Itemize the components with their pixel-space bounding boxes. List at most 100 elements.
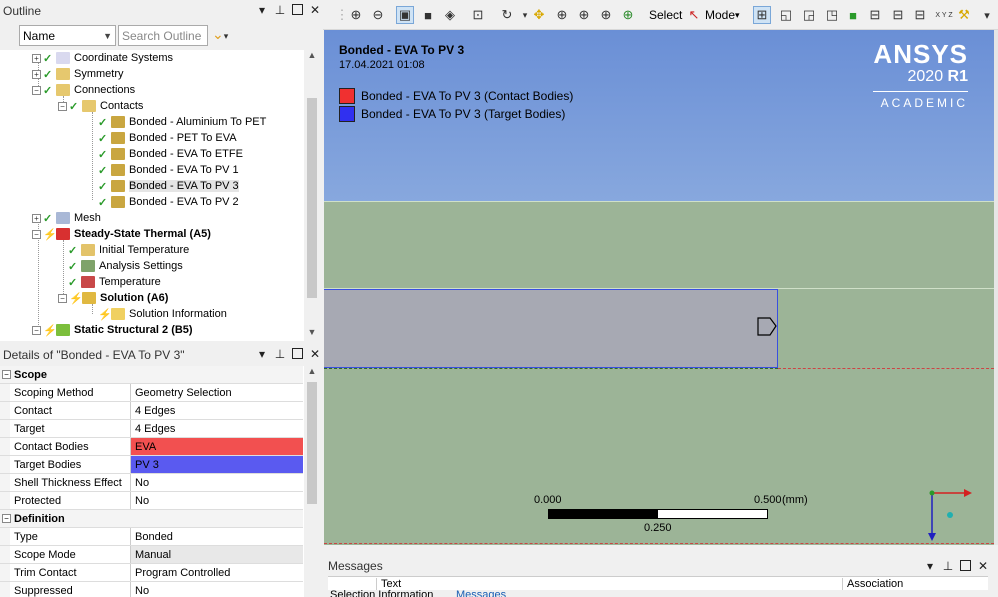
property-value[interactable]: PV 3 (131, 456, 303, 473)
tree-item-static-structural[interactable]: − ⚡ Static Structural 2 (B5) (32, 322, 193, 338)
tree-item-contact-6[interactable]: ✓ Bonded - EVA To PV 2 (98, 194, 239, 210)
tree-item-connections[interactable]: − ✓ Connections (32, 82, 135, 98)
property-value[interactable]: No (131, 474, 303, 491)
collapse-icon[interactable]: − (2, 370, 11, 379)
expand-icon[interactable]: + (32, 53, 41, 63)
select-element-icon[interactable]: ■ (844, 6, 862, 24)
zoom-in-icon[interactable]: ⊕ (347, 6, 365, 24)
tree-item-initial-temperature[interactable]: ✓ Initial Temperature (68, 242, 189, 258)
panel-menu-icon[interactable]: ▾ (924, 559, 936, 573)
details-row-contact[interactable]: Contact 4 Edges (0, 402, 303, 420)
tree-item-coordinate-systems[interactable]: + ✓ Coordinate Systems (32, 50, 173, 66)
select-faces-icon[interactable]: ⊟ (911, 6, 929, 24)
maximize-icon[interactable] (292, 4, 303, 15)
zoom-box-icon[interactable]: ⊕ (575, 6, 593, 24)
axis-triad-icon[interactable] (904, 485, 974, 545)
details-row-protected[interactable]: Protected No (0, 492, 303, 510)
rotate-body-icon[interactable]: ◈ (441, 6, 459, 24)
scroll-down-icon[interactable]: ▼ (304, 327, 320, 341)
section-scope[interactable]: − Scope (0, 366, 303, 384)
details-row-target[interactable]: Target 4 Edges (0, 420, 303, 438)
select-body-icon[interactable]: ◳ (823, 6, 841, 24)
close-icon[interactable]: ✕ (309, 347, 321, 361)
tab-selection-information[interactable]: Selection Information (330, 589, 433, 597)
collapse-icon[interactable]: − (32, 325, 41, 335)
close-icon[interactable]: ✕ (977, 559, 989, 573)
property-value[interactable]: No (131, 582, 303, 597)
select-edge-icon[interactable]: ◱ (777, 6, 795, 24)
wrench-icon[interactable]: ⚒ (955, 6, 973, 24)
details-scrollbar[interactable]: ▲ (304, 366, 320, 597)
scroll-thumb[interactable] (307, 382, 317, 504)
tree-item-contacts[interactable]: − ✓ Contacts (58, 98, 143, 114)
tab-messages[interactable]: Messages (456, 589, 506, 597)
tree-item-symmetry[interactable]: + ✓ Symmetry (32, 66, 124, 82)
property-value[interactable]: 4 Edges (131, 420, 303, 437)
maximize-icon[interactable] (960, 560, 971, 571)
zoom-out-icon[interactable]: ⊖ (369, 6, 387, 24)
coordinates-icon[interactable]: X Y Z (933, 6, 955, 24)
mode-dropdown[interactable]: Mode ▾ (705, 6, 740, 24)
filter-options-icon[interactable]: ⌄▾ (212, 26, 238, 46)
scroll-up-icon[interactable]: ▲ (304, 366, 320, 380)
panel-menu-icon[interactable]: ▾ (256, 3, 268, 17)
select-mode-icon[interactable]: ⊡ (469, 6, 487, 24)
tree-item-analysis-settings[interactable]: ✓ Analysis Settings (68, 258, 183, 274)
tree-item-solution[interactable]: − ⚡ Solution (A6) (58, 290, 168, 306)
collapse-icon[interactable]: − (32, 85, 41, 95)
expand-icon[interactable]: + (32, 213, 41, 223)
select-mesh-icon[interactable]: ⊟ (889, 6, 907, 24)
tree-item-contact-3[interactable]: ✓ Bonded - EVA To ETFE (98, 146, 243, 162)
collapse-icon[interactable]: − (32, 229, 41, 239)
close-icon[interactable]: ✕ (309, 3, 321, 17)
viewport-scrollbar[interactable] (994, 30, 998, 545)
select-face-icon[interactable]: ◲ (800, 6, 818, 24)
toolbar-overflow-icon[interactable]: ▾ (978, 6, 996, 24)
search-outline-input[interactable]: Search Outline (118, 25, 208, 46)
target-body-geometry[interactable] (324, 289, 778, 368)
tree-item-contact-4[interactable]: ✓ Bonded - EVA To PV 1 (98, 162, 239, 178)
collapse-icon[interactable]: − (58, 101, 67, 111)
column-association[interactable]: Association (842, 578, 903, 590)
collapse-icon[interactable]: − (58, 293, 67, 303)
solid-view-icon[interactable]: ■ (419, 6, 437, 24)
details-row-contact-bodies[interactable]: Contact Bodies EVA (0, 438, 303, 456)
property-value[interactable]: Program Controlled (131, 564, 303, 581)
filter-type-select[interactable]: Name ▼ (19, 25, 116, 46)
tree-item-temperature[interactable]: ✓ Temperature (68, 274, 161, 290)
details-row-target-bodies[interactable]: Target Bodies PV 3 (0, 456, 303, 474)
details-row-scoping-method[interactable]: Scoping Method Geometry Selection (0, 384, 303, 402)
select-label[interactable]: Select (649, 6, 682, 24)
details-row-shell-thickness[interactable]: Shell Thickness Effect No (0, 474, 303, 492)
tree-item-contact-1[interactable]: ✓ Bonded - Aluminium To PET (98, 114, 266, 130)
pin-icon[interactable]: ⊥ (274, 347, 286, 361)
graphics-viewport[interactable]: Bonded - EVA To PV 3 17.04.2021 01:08 Bo… (324, 30, 994, 545)
property-value[interactable]: No (131, 492, 303, 509)
property-value[interactable]: 4 Edges (131, 402, 303, 419)
zoom-icon[interactable]: ⊕ (553, 6, 571, 24)
property-value[interactable]: Manual (131, 546, 303, 563)
panel-menu-icon[interactable]: ▾ (256, 347, 268, 361)
details-row-suppressed[interactable]: Suppressed No (0, 582, 303, 597)
maximize-icon[interactable] (292, 348, 303, 359)
zoom-to-fit-icon[interactable]: ⊕ (619, 6, 637, 24)
rotate-icon[interactable]: ↻ (498, 6, 516, 24)
tree-item-contact-2[interactable]: ✓ Bonded - PET To EVA (98, 130, 237, 146)
select-node-icon[interactable]: ⊟ (866, 6, 884, 24)
select-vertex-icon[interactable]: ⊞ (753, 6, 771, 24)
zoom-fit-icon[interactable]: ⊕ (597, 6, 615, 24)
details-row-scope-mode[interactable]: Scope Mode Manual (0, 546, 303, 564)
body-select-icon[interactable]: ▣ (396, 6, 414, 24)
pin-icon[interactable]: ⊥ (942, 559, 954, 573)
pin-icon[interactable]: ⊥ (274, 3, 286, 17)
details-row-type[interactable]: Type Bonded (0, 528, 303, 546)
tree-item-mesh[interactable]: + ✓ Mesh (32, 210, 101, 226)
cursor-mode-icon[interactable]: ↖ (685, 6, 703, 24)
pan-icon[interactable]: ✥ (530, 6, 548, 24)
outline-scrollbar[interactable]: ▲ ▼ (304, 50, 320, 341)
details-row-trim-contact[interactable]: Trim Contact Program Controlled (0, 564, 303, 582)
section-definition[interactable]: − Definition (0, 510, 303, 528)
collapse-icon[interactable]: − (2, 514, 11, 523)
property-value[interactable]: Bonded (131, 528, 303, 545)
scroll-up-icon[interactable]: ▲ (304, 50, 320, 64)
